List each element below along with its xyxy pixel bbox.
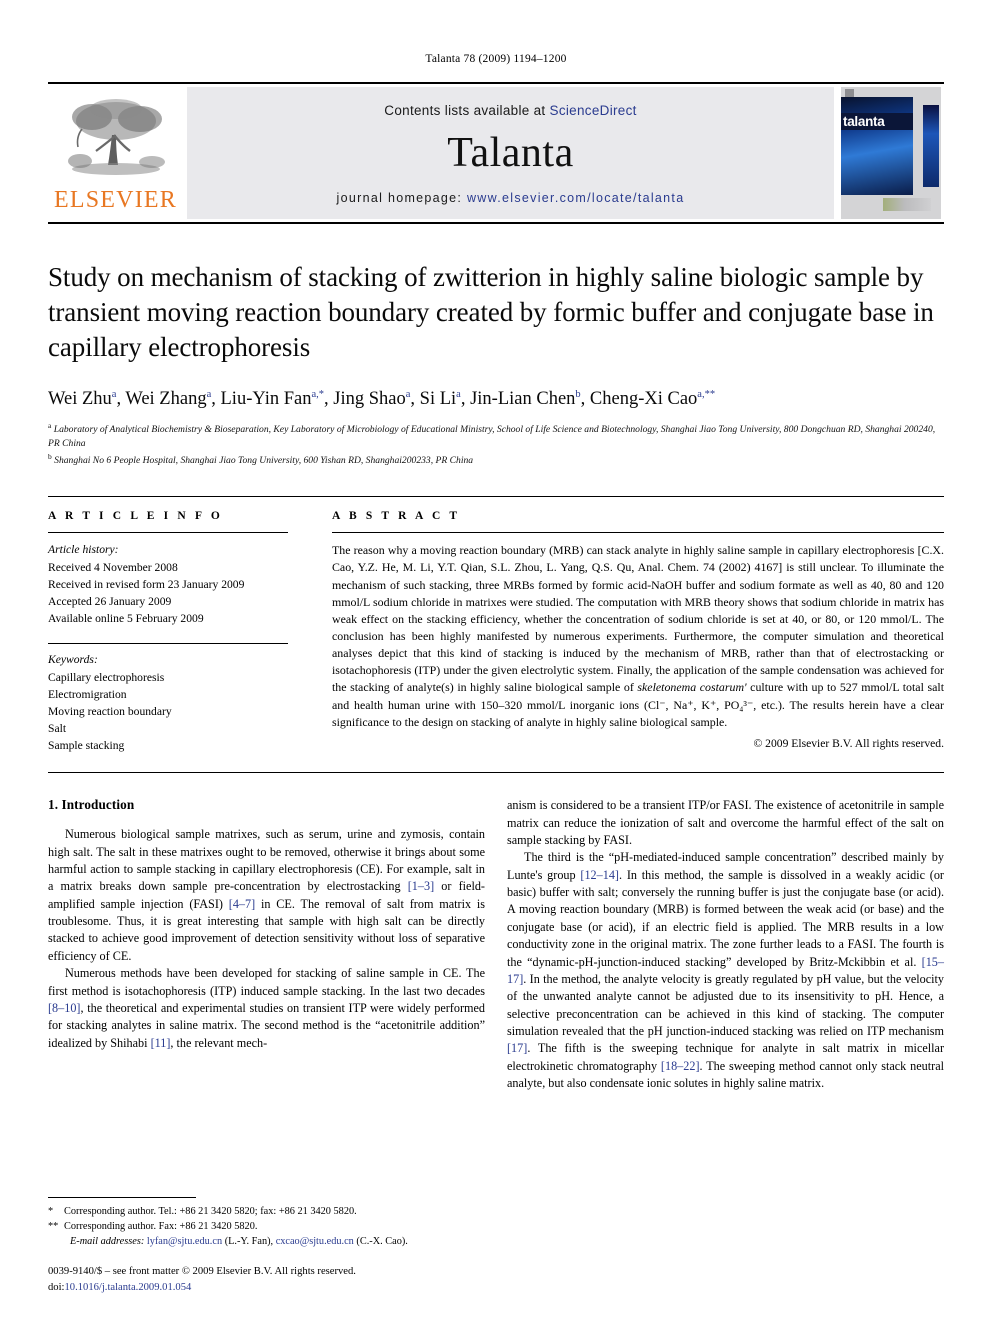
keyword-item: Capillary electrophoresis bbox=[48, 671, 165, 685]
keywords-divider bbox=[48, 643, 288, 645]
article-info-heading: A R T I C L E I N F O bbox=[48, 510, 223, 523]
cover-journal-name: talanta bbox=[843, 114, 885, 129]
history-item: Available online 5 February 2009 bbox=[48, 612, 204, 626]
copyright-line: © 2009 Elsevier B.V. All rights reserved… bbox=[753, 736, 944, 750]
homepage-link[interactable]: www.elsevier.com/locate/talanta bbox=[467, 191, 684, 205]
journal-masthead: ELSEVIER Contents lists available at Sci… bbox=[48, 82, 944, 224]
citation-ref[interactable]: [11] bbox=[151, 1036, 171, 1050]
affiliation-a-text: Laboratory of Analytical Biochemistry & … bbox=[48, 424, 936, 450]
elsevier-tree-icon bbox=[67, 98, 165, 175]
footnote-corresponding-1: * Corresponding author. Tel.: +86 21 3420… bbox=[48, 1205, 478, 1220]
citation-ref[interactable]: [17] bbox=[507, 1041, 527, 1055]
journal-homepage-line: journal homepage: www.elsevier.com/locat… bbox=[337, 191, 685, 205]
email-label: E-mail addresses: bbox=[70, 1235, 145, 1247]
paper-page: Talanta 78 (2009) 1194–1200 ELSEVIER Con… bbox=[0, 0, 992, 1323]
citation-ref[interactable]: [12–14] bbox=[580, 868, 619, 882]
intro-paragraph-1: Numerous biological sample matrixes, suc… bbox=[48, 826, 485, 965]
info-divider bbox=[48, 532, 288, 534]
cover-footer-strip bbox=[883, 198, 931, 211]
sciencedirect-link[interactable]: ScienceDirect bbox=[550, 103, 637, 118]
citation-ref[interactable]: [8–10] bbox=[48, 1001, 81, 1015]
article-history-label: Article history: bbox=[48, 543, 119, 557]
article-info-column: A R T I C L E I N F O Article history: R… bbox=[48, 510, 310, 754]
intro-paragraph-2: Numerous methods have been developed for… bbox=[48, 965, 485, 1052]
footnote-divider bbox=[48, 1197, 196, 1199]
abstract-column: A B S T R A C T The reason why a moving … bbox=[310, 510, 944, 754]
cover-title-band: talanta bbox=[841, 113, 913, 130]
citation-ref[interactable]: [18–22] bbox=[661, 1059, 700, 1073]
email-link-2[interactable]: cxcao@sjtu.edu.cn bbox=[276, 1236, 354, 1247]
footnote-text: Corresponding author. Fax: +86 21 3420 5… bbox=[64, 1221, 258, 1233]
history-item: Received 4 November 2008 bbox=[48, 561, 178, 575]
affiliation-b: b Shanghai No 6 People Hospital, Shangha… bbox=[48, 452, 474, 467]
abstract-species-name: skeletonema costarum' bbox=[637, 680, 747, 695]
text-run: . In the method, the analyte velocity is… bbox=[507, 971, 944, 1039]
body-column-left: 1. Introduction Numerous biological samp… bbox=[48, 797, 485, 1092]
footnote-marker: ** bbox=[48, 1221, 59, 1233]
keywords-block: Keywords: Capillary electrophoresis Elec… bbox=[48, 643, 288, 754]
affiliation-b-text: Shanghai No 6 People Hospital, Shanghai … bbox=[54, 455, 474, 467]
history-item: Received in revised form 23 January 2009 bbox=[48, 578, 245, 592]
affiliation-a: a Laboratory of Analytical Biochemistry … bbox=[48, 421, 936, 450]
running-head: Talanta 78 (2009) 1194–1200 bbox=[425, 53, 567, 65]
abstract-text: The reason why a moving reaction boundar… bbox=[332, 542, 944, 731]
intro-paragraph-3: anism is considered to be a transient IT… bbox=[507, 798, 944, 847]
contents-prefix: Contents lists available at bbox=[384, 103, 546, 119]
journal-band: Contents lists available at ScienceDirec… bbox=[187, 87, 834, 219]
issn-copyright-line: 0039-9140/$ – see front matter © 2009 El… bbox=[48, 1266, 356, 1278]
abstract-divider bbox=[332, 532, 944, 534]
journal-cover-thumbnail: talanta bbox=[838, 87, 944, 219]
front-matter-block: 0039-9140/$ – see front matter © 2009 El… bbox=[48, 1264, 478, 1295]
email-owner-1: (L.-Y. Fan), bbox=[224, 1235, 274, 1247]
doi-link[interactable]: 10.1016/j.talanta.2009.01.054 bbox=[64, 1282, 191, 1293]
text-run: , the relevant mech- bbox=[170, 1035, 268, 1050]
info-abstract-band: A R T I C L E I N F O Article history: R… bbox=[48, 496, 944, 774]
body-column-right: anism is considered to be a transient IT… bbox=[507, 797, 944, 1092]
footnote-corresponding-2: ** Corresponding author. Fax: +86 21 3420… bbox=[48, 1220, 478, 1235]
homepage-label: journal homepage: bbox=[336, 190, 463, 205]
doi-label: doi: bbox=[48, 1281, 65, 1293]
citation-ref[interactable]: [4–7] bbox=[229, 897, 255, 911]
cover-image: talanta bbox=[841, 87, 941, 219]
abstract-part-1: The reason why a moving reaction boundar… bbox=[332, 543, 944, 695]
footnote-marker: * bbox=[48, 1206, 54, 1218]
abstract-heading: A B S T R A C T bbox=[332, 510, 461, 523]
footnote-text: Corresponding author. Tel.: +86 21 3420 … bbox=[64, 1206, 357, 1218]
keyword-item: Sample stacking bbox=[48, 739, 125, 753]
email-owner-2: (C.-X. Cao). bbox=[356, 1235, 408, 1247]
intro-paragraph-4: The third is the “pH-mediated-induced sa… bbox=[507, 849, 944, 1092]
elsevier-logo: ELSEVIER bbox=[48, 87, 183, 219]
text-run: Numerous methods have been developed for… bbox=[48, 966, 485, 998]
footnotes-block: * Corresponding author. Tel.: +86 21 3420… bbox=[48, 1197, 478, 1295]
elsevier-wordmark: ELSEVIER bbox=[54, 186, 177, 213]
footnote-emails: E-mail addresses: lyfan@sjtu.edu.cn (L.-… bbox=[48, 1235, 478, 1250]
text-run: . In this method, the sample is dissolve… bbox=[507, 867, 944, 969]
journal-title: Talanta bbox=[447, 130, 574, 177]
section-heading-introduction: 1. Introduction bbox=[48, 797, 135, 813]
email-link-1[interactable]: lyfan@sjtu.edu.cn bbox=[147, 1236, 222, 1247]
keyword-item: Moving reaction boundary bbox=[48, 705, 172, 719]
body-columns: 1. Introduction Numerous biological samp… bbox=[48, 797, 944, 1092]
keywords-label: Keywords: bbox=[48, 653, 98, 667]
history-item: Accepted 26 January 2009 bbox=[48, 595, 172, 609]
doi-line: doi:10.1016/j.talanta.2009.01.054 bbox=[48, 1280, 478, 1295]
cover-back-page bbox=[923, 105, 939, 187]
keyword-item: Salt bbox=[48, 722, 67, 736]
cover-front-page bbox=[841, 97, 913, 195]
citation-ref[interactable]: [1–3] bbox=[408, 879, 434, 893]
keyword-item: Electromigration bbox=[48, 688, 127, 702]
page-title: Study on mechanism of stacking of zwitte… bbox=[48, 262, 934, 363]
author-list: Wei Zhua, Wei Zhanga, Liu-Yin Fana,*, Ji… bbox=[48, 389, 716, 410]
contents-available-line: Contents lists available at ScienceDirec… bbox=[384, 103, 636, 118]
